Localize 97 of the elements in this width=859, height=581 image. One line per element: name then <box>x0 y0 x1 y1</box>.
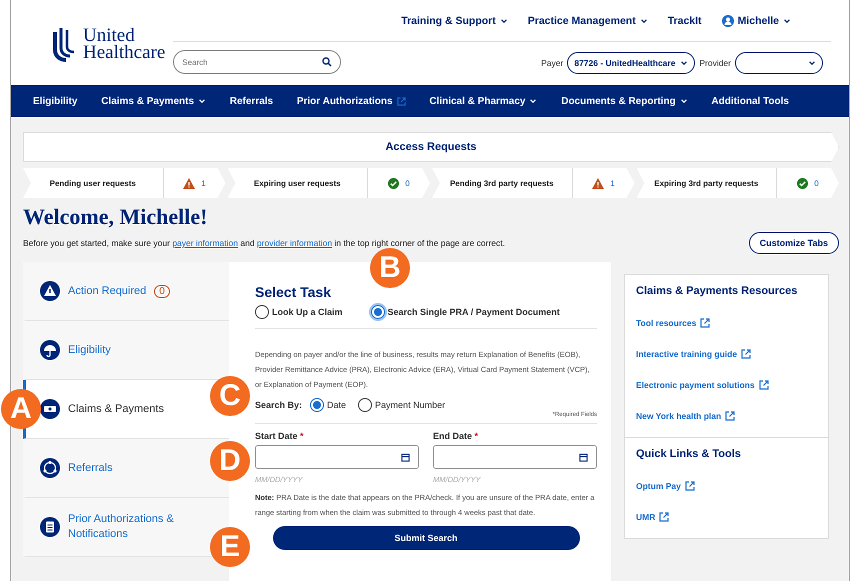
task-radio[interactable]: Look Up a Claim <box>255 305 343 319</box>
nav-item[interactable]: Clinical & Pharmacy <box>429 96 538 106</box>
request-step[interactable]: Pending 3rd party requests 1 <box>432 168 634 198</box>
step-count: 1 <box>610 178 615 188</box>
nav-item[interactable]: Referrals <box>230 96 274 106</box>
external-link-icon <box>700 318 710 328</box>
clipboard-icon <box>40 517 60 537</box>
radio-icon[interactable] <box>358 398 372 412</box>
search-by-radio[interactable]: Payment Number <box>358 398 446 412</box>
resources-title: Quick Links & Tools <box>636 448 742 460</box>
search-by-radio[interactable]: Date <box>310 398 346 412</box>
nav-item[interactable]: Prior Authorizations <box>296 96 406 106</box>
nav-item[interactable]: Eligibility <box>33 96 78 106</box>
chevron-down-icon <box>783 16 791 24</box>
sidebar-tab[interactable]: Action Required 0 <box>23 262 229 321</box>
chevron-down-icon <box>680 97 688 105</box>
warning-icon <box>40 281 60 301</box>
search-icon[interactable] <box>322 57 332 67</box>
resource-link[interactable]: Tool resources <box>636 307 817 338</box>
external-link-icon <box>396 96 406 106</box>
step-count: 1 <box>201 178 206 188</box>
chevron-down-icon <box>198 97 206 105</box>
callout-marker: A <box>1 389 41 429</box>
step-label: Expiring user requests <box>228 168 368 198</box>
intro-text: Before you get started, make sure your payer information and provider information in the top right corner of the page are correct. <box>23 238 505 248</box>
nav-item[interactable]: Claims & Payments <box>101 96 206 106</box>
resource-link[interactable]: UMR <box>636 501 817 532</box>
radio-icon[interactable] <box>370 305 385 319</box>
chevron-down-icon <box>640 16 648 24</box>
step-count: 0 <box>405 178 410 188</box>
request-step[interactable]: Expiring 3rd party requests 0 <box>636 168 839 198</box>
external-link-icon <box>758 380 769 390</box>
step-label: Expiring 3rd party requests <box>636 168 777 198</box>
calendar-icon[interactable] <box>579 452 588 462</box>
provider-label: Provider <box>699 58 731 68</box>
external-link-icon <box>741 348 752 358</box>
radio-icon[interactable] <box>255 305 269 319</box>
top-link[interactable]: Training & Support <box>401 14 508 26</box>
umbrella-icon <box>40 340 60 360</box>
submit-search-button[interactable]: Submit Search <box>272 526 580 550</box>
radio-icon[interactable] <box>310 398 324 412</box>
callout-marker: B <box>370 248 410 288</box>
top-link[interactable]: Practice Management <box>528 14 648 26</box>
tab-label: Action Required <box>68 284 146 298</box>
payer-label: Payer <box>541 58 564 68</box>
chevron-down-icon <box>529 97 538 105</box>
tab-label: Prior Authorizations & Notifications <box>68 512 175 542</box>
tab-label: Eligibility <box>68 342 111 358</box>
warning-icon <box>183 178 196 188</box>
field-label: Start Date * <box>255 431 305 441</box>
check-circle-icon <box>388 178 400 188</box>
banner-title: Access Requests <box>385 141 477 153</box>
external-link-icon <box>684 480 695 490</box>
chevron-down-icon <box>680 59 688 67</box>
warning-icon <box>592 178 604 188</box>
money-icon <box>40 399 60 419</box>
calendar-icon[interactable] <box>401 452 410 462</box>
tab-label: Claims & Payments <box>68 402 164 416</box>
field-label: End Date * <box>433 431 480 441</box>
request-step[interactable]: Expiring user requests 0 <box>228 168 430 198</box>
resource-link[interactable]: New York health plan <box>636 400 817 431</box>
logo-icon <box>53 26 77 62</box>
step-label: Pending 3rd party requests <box>432 168 572 198</box>
user-icon <box>722 14 734 26</box>
search-by-label: Search By: <box>255 400 302 410</box>
step-count: 0 <box>814 178 819 188</box>
top-link[interactable]: TrackIt <box>668 14 702 26</box>
resources-title: Claims & Payments Resources <box>636 285 798 297</box>
external-link-icon <box>725 410 736 420</box>
logo-text: United Healthcare <box>83 27 166 61</box>
external-link-icon <box>659 512 670 522</box>
check-circle-icon <box>797 178 808 188</box>
chevron-down-icon <box>808 59 816 67</box>
resource-link[interactable]: Optum Pay <box>636 470 817 501</box>
search-field[interactable]: Search <box>173 50 342 74</box>
section-title: Select Task <box>255 284 332 300</box>
resource-link[interactable]: Electronic payment solutions <box>636 369 817 400</box>
referral-icon <box>40 458 60 478</box>
sidebar-tab[interactable]: Eligibility <box>23 321 229 380</box>
customize-tabs-button[interactable]: Customize Tabs <box>748 232 839 254</box>
nav-item[interactable]: Documents & Reporting <box>561 96 688 106</box>
top-link[interactable]: Michelle <box>722 14 791 26</box>
payer-dropdown[interactable]: 87726 - UnitedHealthcare <box>567 52 696 74</box>
welcome-title: Welcome, Michelle! <box>23 204 208 230</box>
date-field[interactable] <box>433 445 597 469</box>
provider-dropdown[interactable] <box>735 52 823 74</box>
chevron-down-icon <box>500 16 508 24</box>
nav-item[interactable]: Additional Tools <box>711 96 789 106</box>
step-label: Pending user requests <box>23 168 164 198</box>
count-badge: 0 <box>154 284 170 298</box>
resource-link[interactable]: Interactive training guide <box>636 338 817 369</box>
payer-info-link[interactable]: payer information <box>172 238 238 248</box>
date-field[interactable] <box>255 445 419 469</box>
task-radio[interactable]: Search Single PRA / Payment Document <box>370 305 560 319</box>
request-step[interactable]: Pending user requests 1 <box>23 168 226 198</box>
provider-info-link[interactable]: provider information <box>256 238 332 248</box>
tab-label: Referrals <box>68 460 113 476</box>
